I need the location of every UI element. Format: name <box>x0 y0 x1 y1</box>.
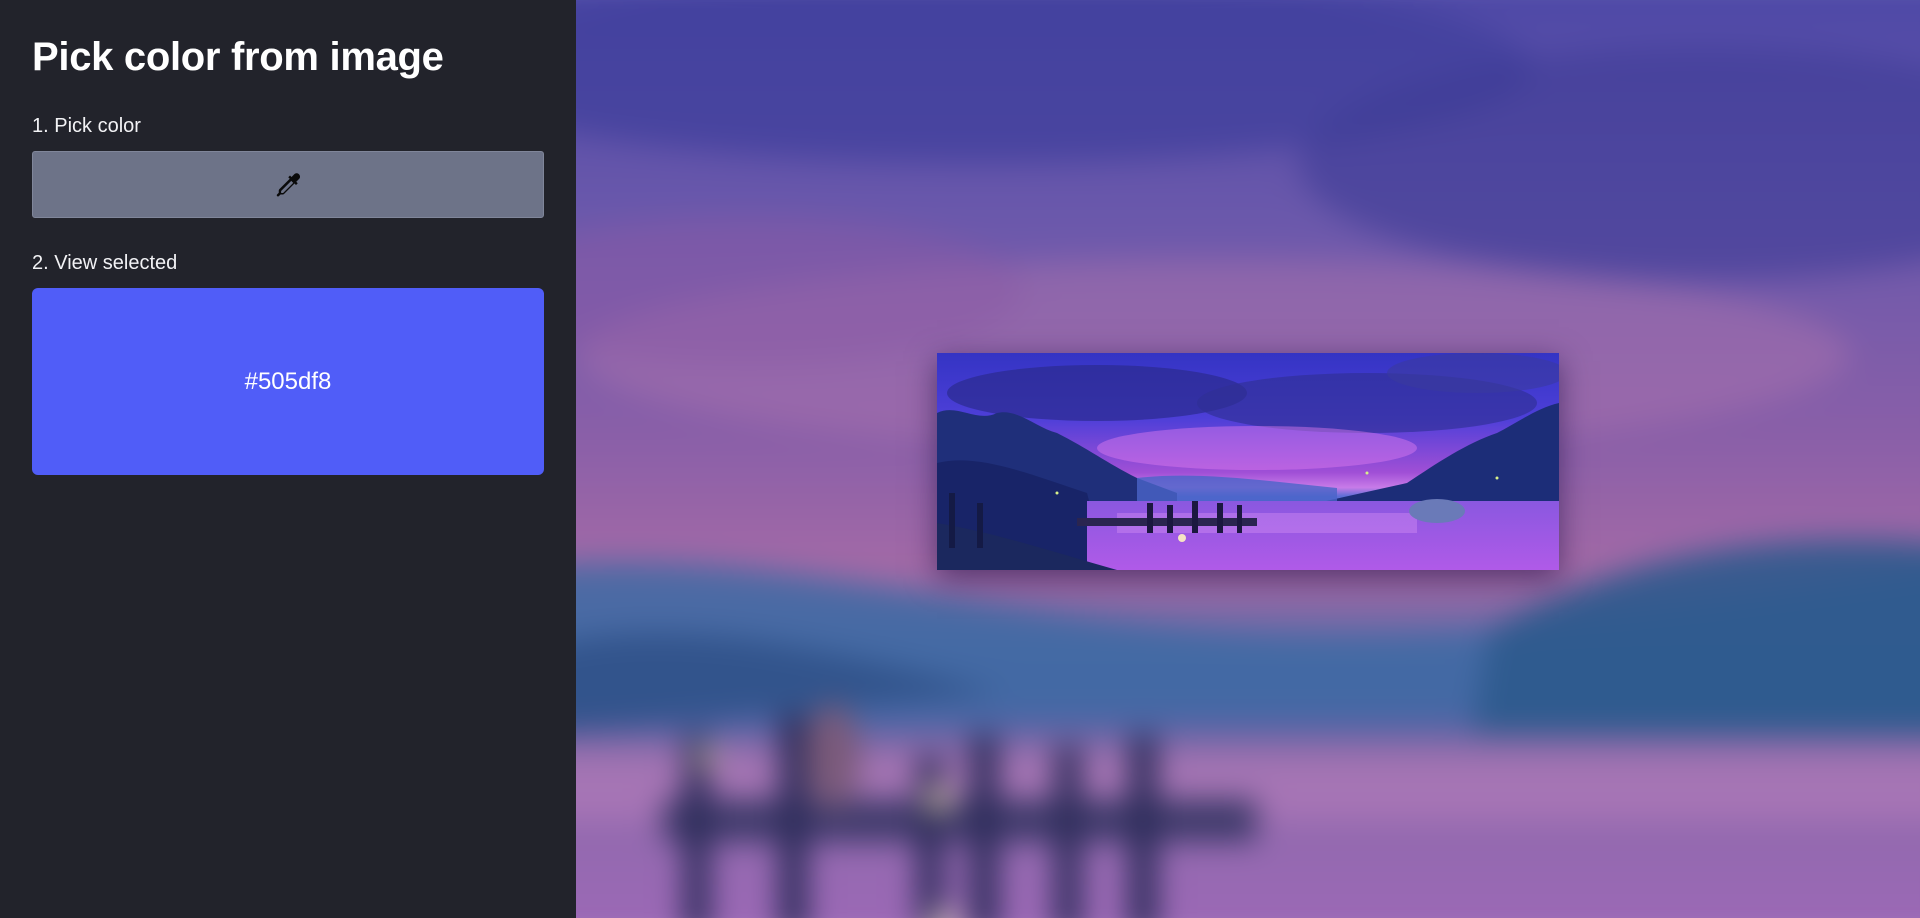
pick-color-button[interactable] <box>32 151 544 218</box>
sidebar: Pick color from image 1. Pick color 2. V… <box>0 0 576 918</box>
app-root: Pick color from image 1. Pick color 2. V… <box>0 0 1920 918</box>
page-title: Pick color from image <box>32 35 444 79</box>
source-image[interactable] <box>937 353 1559 570</box>
selected-color-swatch: #505df8 <box>32 288 544 475</box>
image-stage <box>576 0 1920 918</box>
selected-color-hex: #505df8 <box>244 367 332 395</box>
eyedropper-icon <box>273 170 303 200</box>
step-1-label: 1. Pick color <box>32 115 141 137</box>
step-2-label: 2. View selected <box>32 252 178 274</box>
